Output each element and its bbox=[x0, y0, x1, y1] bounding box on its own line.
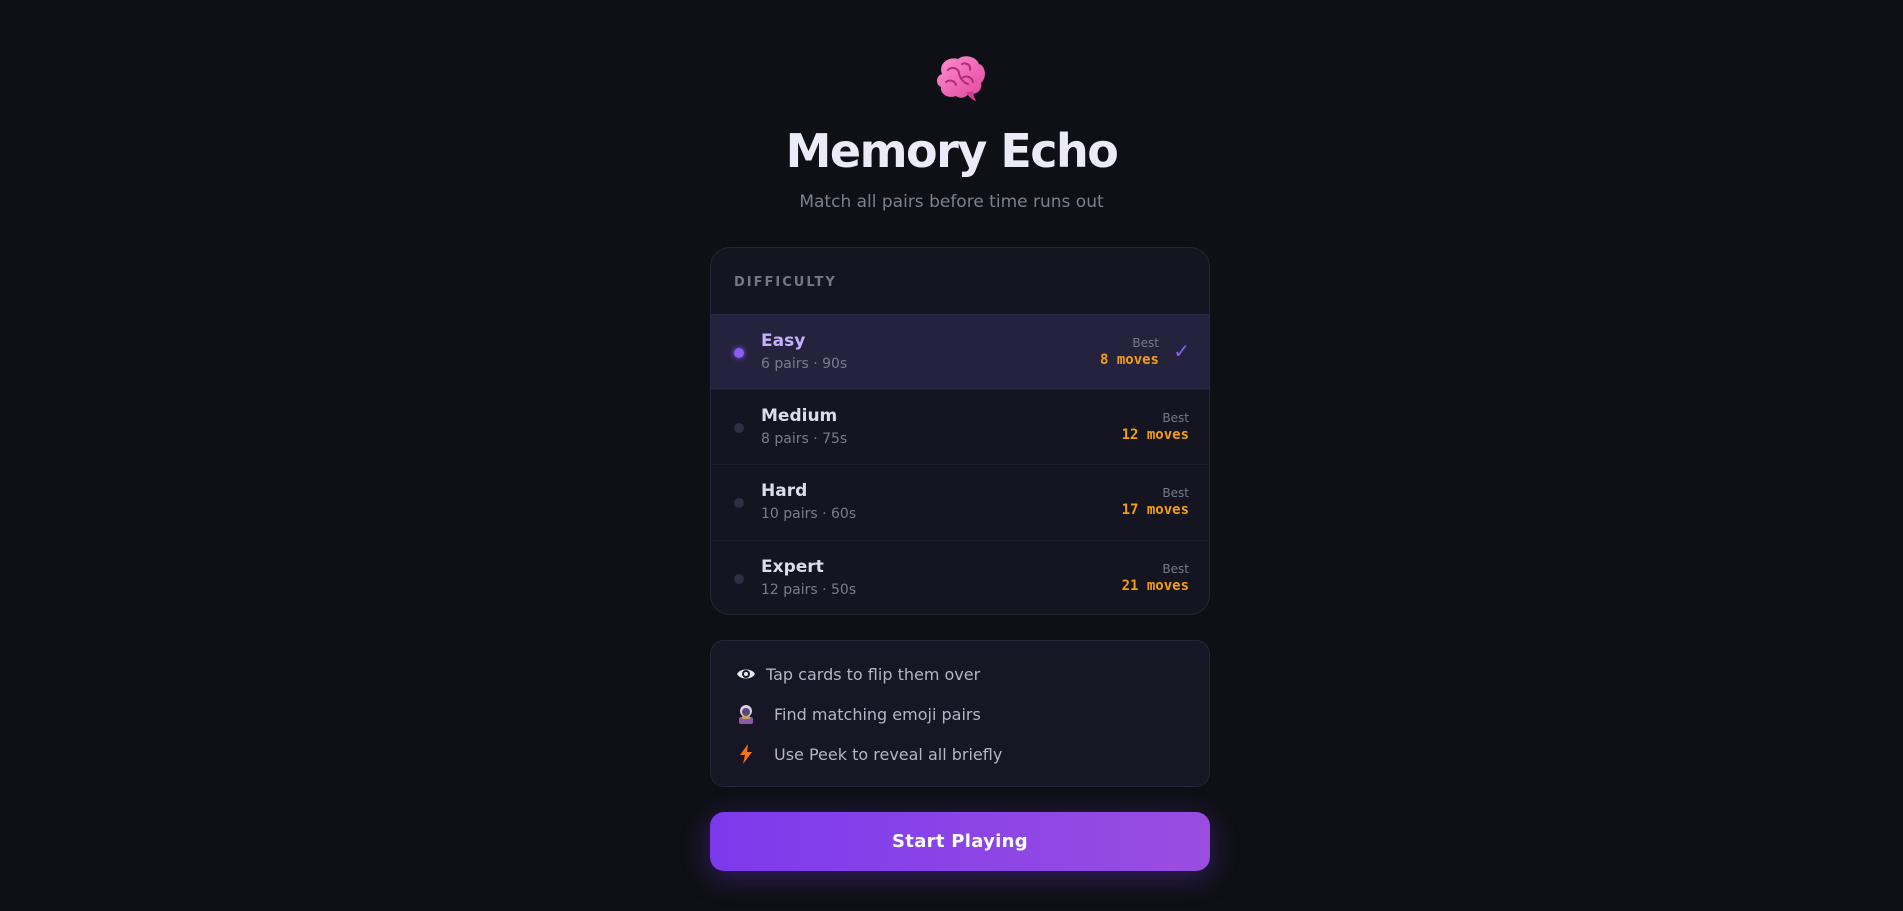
difficulty-meta: 12 pairs · 50s bbox=[761, 582, 857, 598]
app-title: Memory Echo bbox=[785, 124, 1119, 178]
difficulty-label: DIFFICULTY bbox=[734, 275, 837, 290]
best-label: Best bbox=[1162, 486, 1189, 500]
radio-dot-icon bbox=[734, 348, 744, 358]
best-moves: 21 moves bbox=[1121, 578, 1189, 594]
difficulty-option-medium[interactable]: Medium 8 pairs · 75s Best 12 moves bbox=[711, 389, 1209, 464]
difficulty-meta: 6 pairs · 90s bbox=[761, 356, 848, 372]
difficulty-name: Medium bbox=[761, 406, 838, 426]
tip-text: Tap cards to flip them over bbox=[766, 665, 981, 684]
difficulty-option-expert[interactable]: Expert 12 pairs · 50s Best 21 moves bbox=[711, 540, 1209, 614]
difficulty-name: Expert bbox=[761, 557, 824, 577]
radio-dot-icon bbox=[734, 498, 744, 508]
best-label: Best bbox=[1162, 562, 1189, 576]
how-to-play-panel: Tap cards to flip them over Find matchin… bbox=[710, 640, 1210, 787]
tip-text: Use Peek to reveal all briefly bbox=[774, 745, 1003, 764]
lightning-icon bbox=[740, 744, 752, 764]
best-moves: 17 moves bbox=[1121, 502, 1189, 518]
fortune-teller-icon bbox=[739, 705, 753, 724]
difficulty-name: Easy bbox=[761, 331, 806, 351]
difficulty-option-hard[interactable]: Hard 10 pairs · 60s Best 17 moves bbox=[711, 464, 1209, 539]
app-subtitle: Match all pairs before time runs out bbox=[799, 192, 1104, 212]
difficulty-option-easy[interactable]: Easy 6 pairs · 90s Best 8 moves ✓ bbox=[711, 314, 1209, 389]
best-moves: 8 moves bbox=[1099, 352, 1159, 368]
best-moves: 12 moves bbox=[1121, 427, 1189, 443]
brain-icon bbox=[936, 56, 985, 101]
eye-icon bbox=[737, 669, 755, 679]
radio-dot-icon bbox=[734, 574, 744, 584]
tip-text: Find matching emoji pairs bbox=[774, 705, 981, 724]
difficulty-panel: DIFFICULTY Easy 6 pairs · 90s Best 8 mov… bbox=[710, 247, 1210, 615]
difficulty-name: Hard bbox=[761, 481, 808, 501]
checkmark-icon: ✓ bbox=[1173, 339, 1190, 363]
best-label: Best bbox=[1132, 336, 1159, 350]
radio-dot-icon bbox=[734, 423, 744, 433]
difficulty-meta: 8 pairs · 75s bbox=[761, 431, 848, 447]
difficulty-meta: 10 pairs · 60s bbox=[761, 506, 857, 522]
start-screen: Memory Echo Match all pairs before time … bbox=[0, 0, 1903, 911]
best-label: Best bbox=[1162, 411, 1189, 425]
start-playing-button[interactable]: Start Playing bbox=[710, 812, 1210, 871]
